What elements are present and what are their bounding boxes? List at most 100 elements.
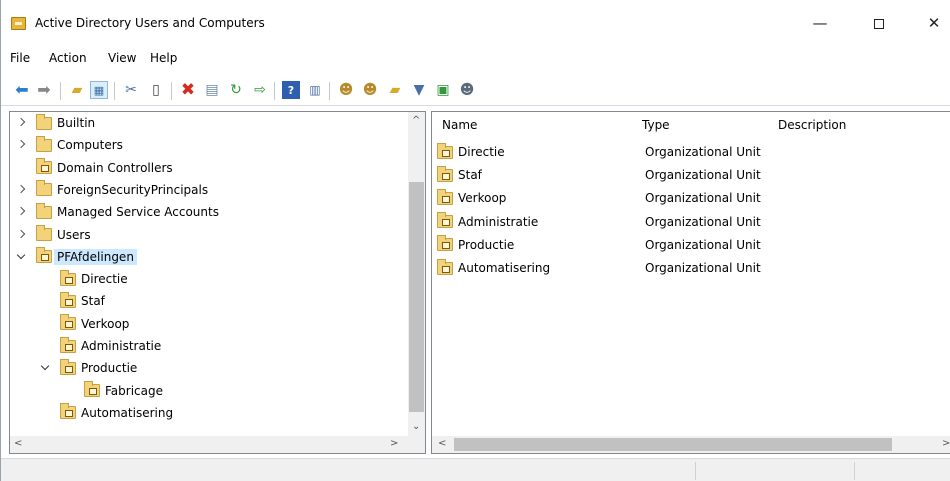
tree-item[interactable]: Administratie — [60, 335, 161, 357]
scroll-right-arrow[interactable]: > — [390, 439, 398, 449]
tree-item[interactable]: Staf — [60, 290, 105, 312]
tree-item[interactable]: ForeignSecurityPrincipals — [36, 179, 208, 201]
tree-item[interactable]: Domain Controllers — [36, 157, 173, 179]
tree-item[interactable]: Managed Service Accounts — [36, 201, 219, 223]
forward-arrow-icon[interactable]: ➡ — [35, 81, 53, 99]
close-button[interactable]: ✕ — [911, 8, 950, 38]
ou-folder-icon — [36, 247, 52, 264]
ou-folder-icon — [60, 314, 76, 331]
add-to-group-icon[interactable]: ▣ — [434, 81, 452, 99]
column-header-description[interactable]: Description — [778, 118, 846, 132]
scroll-up-arrow[interactable]: ^ — [412, 116, 420, 126]
refresh-icon[interactable]: ↻ — [227, 81, 245, 99]
menu-view[interactable]: View — [108, 51, 136, 65]
ou-folder-icon — [437, 188, 453, 205]
up-folder-icon[interactable]: ▰ — [68, 81, 86, 99]
collapsed-chevron-icon[interactable] — [15, 184, 27, 196]
tree-item-label: Automatisering — [81, 405, 174, 420]
ou-folder-icon — [437, 165, 453, 182]
tree-item[interactable]: Productie — [60, 357, 137, 379]
toolbar-separator — [171, 82, 172, 100]
tree-item[interactable]: Directie — [60, 268, 128, 290]
properties-icon[interactable]: ▤ — [203, 81, 221, 99]
list-item[interactable]: Automatisering Organizational Unit — [437, 257, 785, 279]
scroll-left-arrow[interactable]: < — [14, 439, 22, 449]
details-view-icon[interactable]: ▥ — [306, 81, 324, 99]
maximize-button[interactable] — [856, 8, 902, 38]
minimize-button[interactable]: — — [797, 8, 843, 38]
list-item-name: Staf — [458, 168, 482, 183]
delete-icon[interactable]: ✖ — [179, 81, 197, 99]
column-header-name[interactable]: Name — [442, 118, 477, 132]
list-item-type: Organizational Unit — [645, 261, 761, 275]
toolbar-separator — [60, 82, 61, 100]
tree-horizontal-scrollbar[interactable]: < > — [10, 436, 408, 453]
expanded-chevron-icon[interactable] — [15, 251, 27, 263]
list-item[interactable]: Verkoop Organizational Unit — [437, 187, 785, 209]
tree-item-label: Administratie — [81, 339, 162, 353]
title-bar[interactable]: Active Directory Users and Computers — ✕ — [1, 0, 950, 40]
menu-file[interactable]: File — [10, 51, 30, 65]
new-group-icon[interactable]: ☻ — [361, 81, 379, 99]
collapsed-chevron-icon[interactable] — [15, 206, 27, 218]
help-icon[interactable]: ? — [282, 81, 300, 99]
new-user-icon[interactable]: ☻ — [337, 81, 355, 99]
scroll-down-arrow[interactable]: ⌄ — [412, 422, 420, 432]
back-arrow-icon[interactable]: ⬅ — [13, 81, 31, 99]
cut-icon[interactable]: ✂ — [122, 81, 140, 99]
toolbar-separator — [114, 82, 115, 100]
list-item[interactable]: Staf Organizational Unit — [437, 164, 785, 186]
ou-folder-icon — [437, 142, 453, 159]
tree-item[interactable]: Computers — [36, 134, 123, 156]
list-horizontal-scroll-thumb[interactable] — [454, 438, 892, 451]
collapsed-chevron-icon[interactable] — [15, 139, 27, 151]
window-title: Active Directory Users and Computers — [35, 16, 265, 30]
list-item-name: Administratie — [458, 214, 539, 229]
collapsed-chevron-icon[interactable] — [15, 117, 27, 129]
ou-folder-icon — [60, 403, 76, 420]
list-item[interactable]: Productie Organizational Unit — [437, 234, 785, 256]
tree-item[interactable]: Fabricage — [84, 380, 163, 402]
tree-item-label: Directie — [81, 272, 128, 287]
tree-item-label: Builtin — [57, 116, 96, 130]
ou-folder-icon — [60, 269, 76, 286]
expanded-chevron-icon[interactable] — [39, 362, 51, 374]
tree-item[interactable]: PFAfdelingen — [36, 246, 137, 268]
tree-item[interactable]: Verkoop — [60, 313, 129, 335]
menu-action[interactable]: Action — [49, 51, 87, 65]
list-horizontal-scrollbar[interactable]: < > — [432, 436, 950, 453]
tree-item-label: Verkoop — [81, 316, 130, 331]
delegate-icon[interactable]: ☻ — [458, 81, 476, 99]
tree-item[interactable]: Builtin — [36, 112, 95, 134]
list-item-type: Organizational Unit — [645, 168, 761, 183]
list-item[interactable]: Directie Organizational Unit — [437, 141, 785, 163]
tree-item-label: Computers — [57, 138, 123, 153]
collapsed-chevron-icon[interactable] — [15, 229, 27, 241]
ou-folder-icon — [437, 235, 453, 252]
tree-vertical-scroll-thumb[interactable] — [409, 182, 424, 412]
filter-icon[interactable]: ▼ — [410, 81, 428, 99]
toolbar-separator — [274, 82, 275, 100]
ou-folder-icon — [84, 381, 100, 398]
toolbar-separator — [329, 82, 330, 100]
show-tree-icon[interactable]: ▦ — [90, 81, 108, 99]
export-list-icon[interactable]: ⇨ — [251, 81, 269, 99]
list-item-name: Verkoop — [458, 191, 507, 206]
scroll-left-arrow[interactable]: < — [438, 439, 446, 449]
copy-icon[interactable]: ▯ — [147, 81, 165, 99]
container-folder-icon — [36, 202, 52, 219]
aduc-app-icon — [11, 17, 26, 30]
tree-item-label: Managed Service Accounts — [57, 205, 219, 220]
tree-item-label: Fabricage — [105, 383, 163, 398]
scroll-right-arrow[interactable]: > — [942, 439, 950, 449]
new-ou-icon[interactable]: ▰ — [386, 81, 404, 99]
list-item-name: Directie — [458, 145, 505, 159]
details-pane: Name Type Description Directie Organizati… — [431, 111, 950, 454]
menu-help[interactable]: Help — [150, 51, 177, 65]
status-separator — [695, 462, 696, 480]
tree-item[interactable]: Automatisering — [60, 402, 173, 424]
list-item[interactable]: Administratie Organizational Unit — [437, 211, 785, 233]
tree-vertical-scrollbar[interactable]: ^ ⌄ — [408, 112, 425, 437]
tree-item[interactable]: Users — [36, 224, 91, 246]
column-header-type[interactable]: Type — [642, 118, 670, 132]
